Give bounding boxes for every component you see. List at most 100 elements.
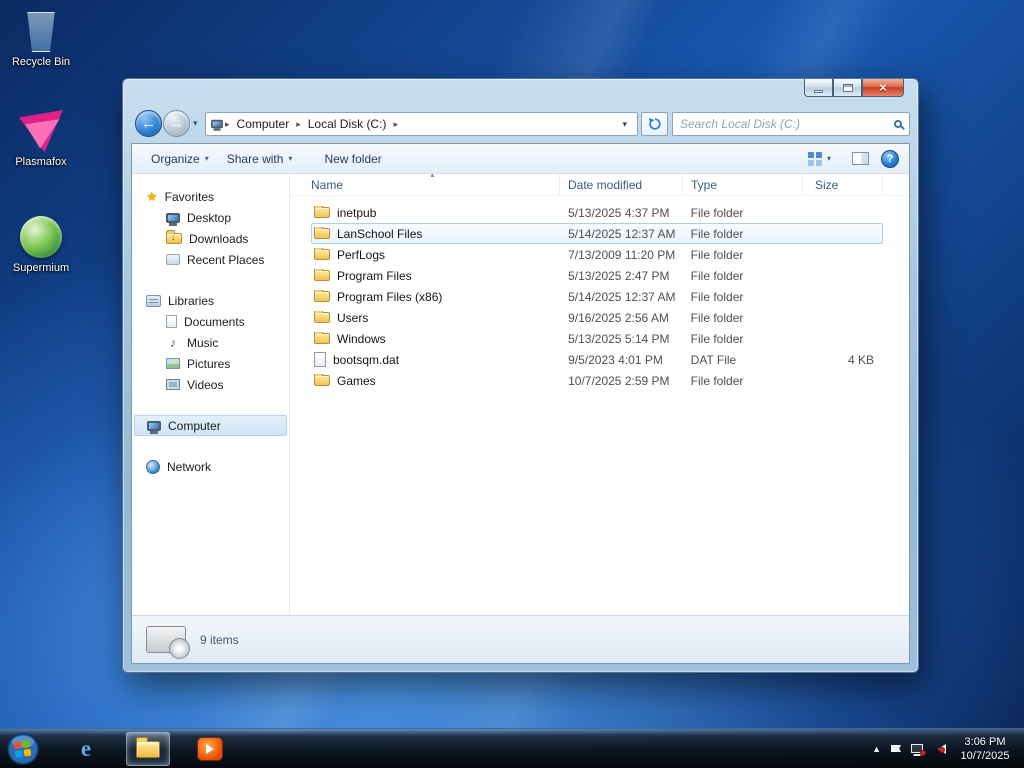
maximize-button[interactable] <box>833 79 862 97</box>
back-arrow-icon: ← <box>141 115 156 132</box>
folder-icon <box>314 205 330 218</box>
refresh-button[interactable] <box>641 112 668 136</box>
address-bar[interactable]: ▸ Computer ▸ Local Disk (C:) ▸ ▾ <box>205 112 638 136</box>
search-icon[interactable] <box>894 120 902 128</box>
sidebar-item-documents[interactable]: Documents <box>132 311 289 332</box>
sidebar-item-label: Documents <box>184 314 245 329</box>
file-type: File folder <box>690 289 744 304</box>
content-area: ★ Favorites Desktop Downloads Recent Pla… <box>132 174 909 615</box>
file-row-program-files[interactable]: Program Files 5/13/2025 2:47 PM File fol… <box>311 265 883 286</box>
sidebar-item-recent-places[interactable]: Recent Places <box>132 249 289 270</box>
folder-icon <box>314 247 330 260</box>
command-toolbar: Organize ▾ Share with ▾ New folder ▾ ? <box>132 144 909 174</box>
sidebar-item-downloads[interactable]: Downloads <box>132 228 289 249</box>
network-status-icon[interactable] <box>911 744 926 756</box>
desktop-icon-supermium[interactable]: Supermium <box>2 212 80 274</box>
file-row-perflogs[interactable]: PerfLogs 7/13/2009 11:20 PM File folder <box>311 244 883 265</box>
file-row-games[interactable]: Games 10/7/2025 2:59 PM File folder <box>311 370 883 391</box>
column-header-date-modified[interactable]: Date modified <box>560 174 683 195</box>
file-row-lanschool-files[interactable]: LanSchool Files 5/14/2025 12:37 AM File … <box>311 223 883 244</box>
taskbar-item-media-player[interactable] <box>188 732 232 766</box>
file-date: 5/14/2025 12:37 AM <box>568 226 676 241</box>
action-center-icon[interactable] <box>891 745 901 752</box>
taskbar-item-internet-explorer[interactable]: e <box>64 732 108 766</box>
tray-expand-icon[interactable]: ▲ <box>872 744 881 754</box>
column-header-type[interactable]: Type <box>683 174 803 195</box>
file-row-inetpub[interactable]: inetpub 5/13/2025 4:37 PM File folder <box>311 202 883 223</box>
preview-pane-button[interactable] <box>852 152 869 165</box>
change-view-button[interactable]: ▾ <box>799 147 840 171</box>
sidebar-item-videos[interactable]: Videos <box>132 374 289 395</box>
column-header-name[interactable]: ▲ Name <box>311 174 560 195</box>
computer-icon <box>147 420 161 431</box>
sidebar-item-pictures[interactable]: Pictures <box>132 353 289 374</box>
breadcrumb-local-disk-c[interactable]: Local Disk (C:) <box>302 114 393 134</box>
new-folder-button[interactable]: New folder <box>315 147 390 171</box>
recycle-bin-icon <box>27 12 55 52</box>
taskbar-item-windows-explorer[interactable] <box>126 732 170 766</box>
column-label: Type <box>691 177 718 192</box>
sidebar-item-desktop[interactable]: Desktop <box>132 207 289 228</box>
windows-orb-icon <box>7 733 39 765</box>
file-date: 5/13/2025 4:37 PM <box>568 205 670 220</box>
history-dropdown[interactable]: ▾ <box>193 118 198 129</box>
column-headers: ▲ Name Date modified Type Size <box>291 174 909 196</box>
taskbar-clock[interactable]: 3:06 PM 10/7/2025 <box>952 729 1018 768</box>
file-date: 9/16/2025 2:56 AM <box>568 310 669 325</box>
volume-muted-badge <box>939 746 945 753</box>
file-type: File folder <box>690 205 744 220</box>
videos-icon <box>166 379 180 390</box>
address-dropdown-icon[interactable]: ▾ <box>616 115 633 134</box>
taskbar: e ▲ 3:06 PM 10/7/2025 <box>0 728 1024 768</box>
share-with-button[interactable]: Share with ▾ <box>218 147 302 171</box>
sidebar-item-network[interactable]: Network <box>132 456 289 477</box>
item-count: 9 items <box>200 632 239 647</box>
sidebar-item-music[interactable]: ♪ Music <box>132 332 289 353</box>
file-name: bootsqm.dat <box>333 352 400 367</box>
minimize-button[interactable] <box>804 79 833 97</box>
desktop-icon-label: Recycle Bin <box>11 56 71 68</box>
toolbar-right-group: ▾ ? <box>799 147 899 171</box>
desktop-icon-recycle-bin[interactable]: Recycle Bin <box>2 6 80 68</box>
start-button[interactable] <box>6 732 40 766</box>
column-label: Name <box>311 177 344 192</box>
window-titlebar[interactable] <box>123 79 918 105</box>
file-date: 5/14/2025 12:37 AM <box>568 289 676 304</box>
close-button[interactable]: × <box>862 79 904 97</box>
close-icon: × <box>879 80 887 95</box>
folder-icon <box>314 289 330 302</box>
file-row-program-files-x86[interactable]: Program Files (x86) 5/14/2025 12:37 AM F… <box>311 286 883 307</box>
maximize-icon <box>842 83 853 92</box>
refresh-icon <box>648 117 661 130</box>
favorites-group: ★ Favorites Desktop Downloads Recent Pla… <box>132 186 289 270</box>
sidebar-item-computer[interactable]: Computer <box>134 415 287 436</box>
breadcrumb-computer[interactable]: Computer <box>231 114 296 134</box>
file-row-users[interactable]: Users 9/16/2025 2:56 AM File folder <box>311 307 883 328</box>
file-date: 7/13/2009 11:20 PM <box>568 247 676 262</box>
column-header-size[interactable]: Size <box>803 174 883 195</box>
chevron-down-icon: ▾ <box>204 154 209 163</box>
libraries-group: Libraries Documents ♪ Music Pictures Vid… <box>132 290 289 395</box>
search-input[interactable] <box>680 117 894 131</box>
forward-arrow-icon: → <box>169 115 184 132</box>
explorer-window: × ← → ▾ ▸ Computer ▸ Local Disk (C:) ▸ ▾ <box>122 78 919 673</box>
desktop-icon-plasmafox[interactable]: Plasmafox <box>2 106 80 168</box>
organize-button[interactable]: Organize ▾ <box>142 147 218 171</box>
navigation-bar: ← → ▾ ▸ Computer ▸ Local Disk (C:) ▸ ▾ <box>131 105 910 143</box>
forward-button[interactable]: → <box>163 110 190 137</box>
volume-icon[interactable] <box>933 743 946 754</box>
column-label: Size <box>815 177 839 192</box>
folder-icon <box>314 373 330 386</box>
file-row-bootsqm-dat[interactable]: bootsqm.dat 9/5/2023 4:01 PM DAT File 4 … <box>311 349 883 370</box>
file-row-windows[interactable]: Windows 5/13/2025 5:14 PM File folder <box>311 328 883 349</box>
network-icon <box>146 459 160 474</box>
sidebar-item-favorites[interactable]: ★ Favorites <box>132 186 289 207</box>
help-button[interactable]: ? <box>881 149 899 168</box>
views-icon <box>807 151 814 158</box>
media-player-icon <box>197 737 223 761</box>
computer-group: Computer <box>132 415 289 436</box>
back-button[interactable]: ← <box>135 110 162 137</box>
file-type: File folder <box>690 310 744 325</box>
documents-icon <box>166 315 177 328</box>
sidebar-item-libraries[interactable]: Libraries <box>132 290 289 311</box>
